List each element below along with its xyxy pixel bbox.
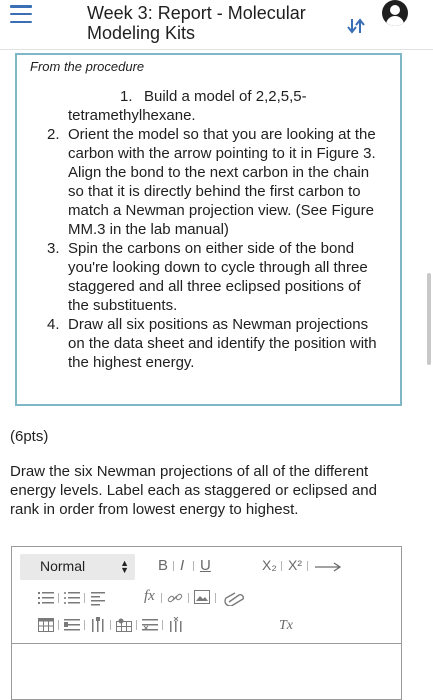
insert-column-icon[interactable]: [90, 617, 106, 633]
editor-content-area[interactable]: [12, 644, 401, 699]
align-left-icon[interactable]: [91, 590, 107, 606]
superscript-button[interactable]: X²: [288, 557, 302, 573]
scrollbar-thumb[interactable]: [427, 273, 431, 365]
underline-button[interactable]: U: [200, 557, 211, 574]
procedure-heading: From the procedure: [30, 59, 145, 74]
subscript-button[interactable]: X₂: [262, 557, 277, 573]
question-instructions: Draw the six Newman projections of all o…: [10, 463, 377, 518]
top-bar: Week 3: Report - Molecular Modeling Kits: [0, 0, 433, 50]
page-title: Week 3: Report - Molecular Modeling Kits: [87, 3, 306, 43]
clear-formatting-button[interactable]: Tx: [279, 618, 293, 634]
procedure-box: From the procedure 1. Build a model of 2…: [15, 53, 402, 406]
numbered-list-icon[interactable]: [38, 590, 54, 606]
bold-button[interactable]: B: [158, 557, 168, 574]
paragraph-style-select[interactable]: Normal ▲ ▼: [20, 554, 135, 580]
account-avatar-icon[interactable]: [382, 0, 408, 26]
menu-icon[interactable]: [10, 5, 32, 23]
delete-row-icon[interactable]: [142, 618, 158, 632]
points-label: (6pts): [10, 428, 49, 445]
arrow-right-icon[interactable]: [314, 562, 342, 572]
answer-editor: Normal ▲ ▼ B I U X₂ X² fx Tx: [11, 546, 402, 700]
link-icon[interactable]: [167, 590, 183, 606]
italic-button[interactable]: I: [180, 557, 184, 574]
attachment-icon[interactable]: [223, 592, 247, 606]
paragraph-style-value: Normal: [40, 558, 86, 574]
insert-row-icon[interactable]: [64, 618, 80, 632]
select-arrows-icon: ▲ ▼: [120, 558, 129, 575]
image-icon[interactable]: [194, 590, 210, 604]
bullet-list-icon[interactable]: [64, 590, 80, 606]
swap-arrows-icon[interactable]: [345, 16, 367, 36]
editor-toolbar: Normal ▲ ▼ B I U X₂ X² fx Tx: [12, 547, 401, 644]
cell-properties-icon[interactable]: [116, 618, 132, 632]
delete-column-icon[interactable]: [168, 617, 184, 633]
table-icon[interactable]: [38, 618, 54, 632]
formula-button[interactable]: fx: [144, 588, 155, 605]
